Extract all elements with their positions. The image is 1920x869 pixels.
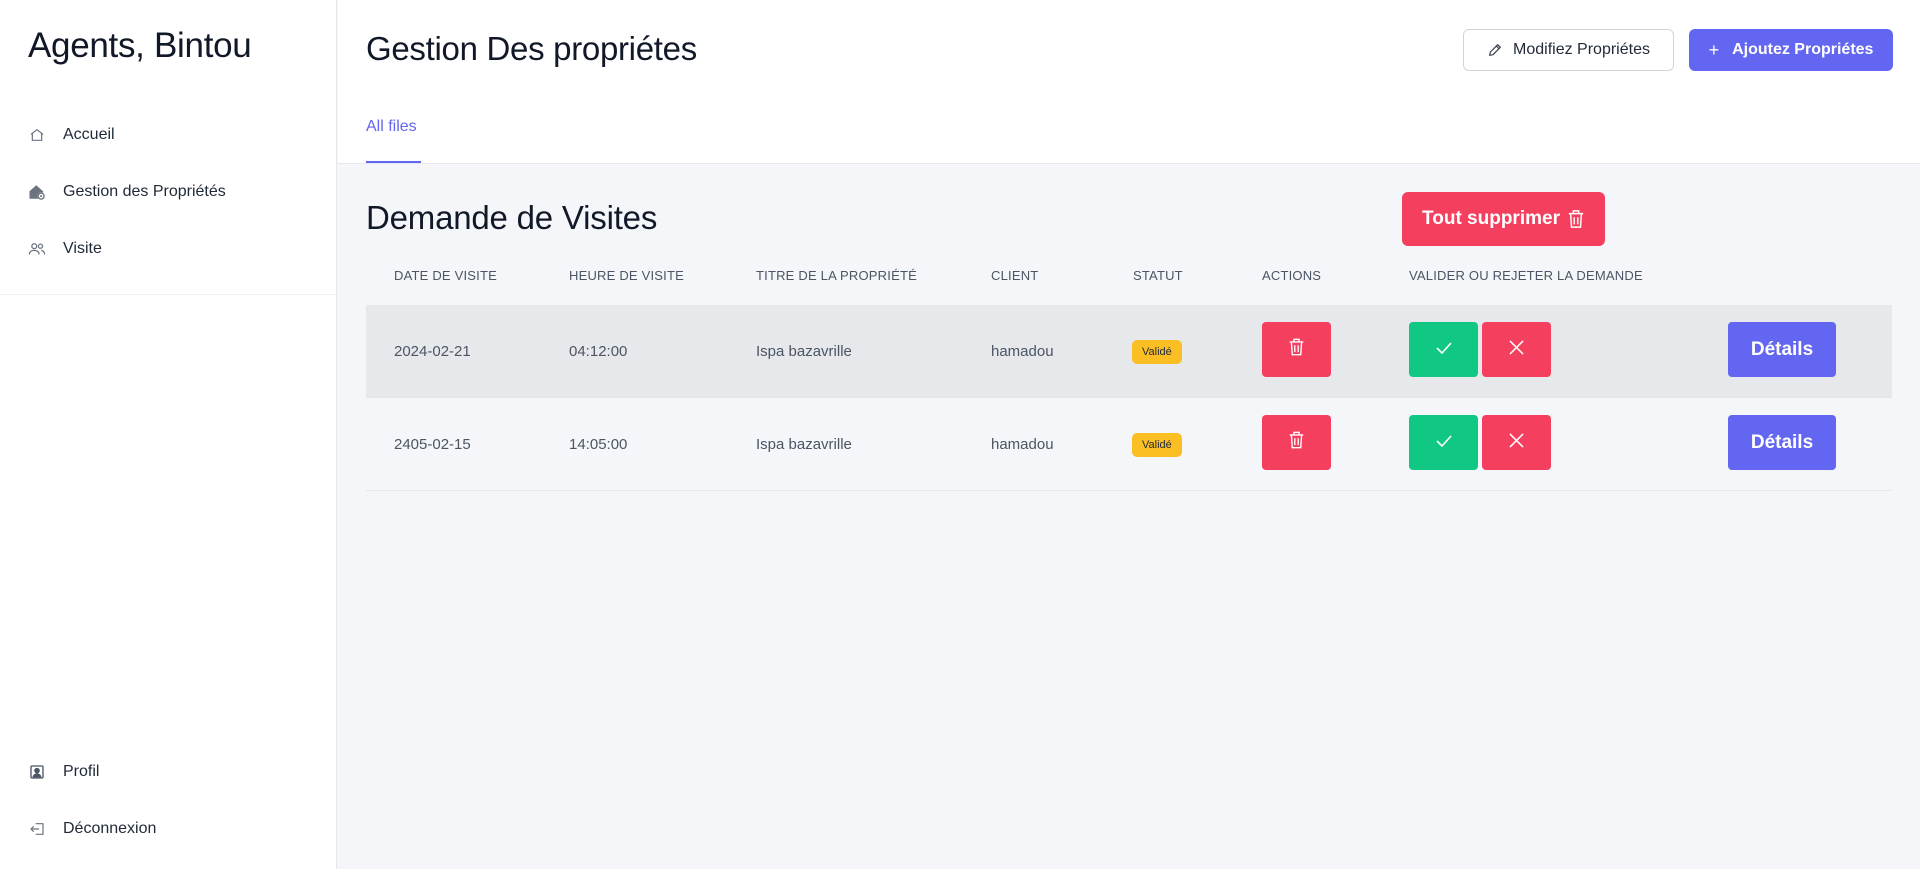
- close-icon: [1509, 339, 1524, 360]
- trash-icon: [1288, 337, 1305, 362]
- house-gear-icon: [28, 183, 46, 201]
- section-title: Demande de Visites: [366, 199, 658, 236]
- sidebar-divider: [0, 294, 336, 295]
- column-header-titre: TITRE DE LA PROPRIÉTÉ: [756, 268, 917, 283]
- modify-properties-label: Modifiez Propriétes: [1513, 41, 1650, 58]
- column-header-valider: VALIDER OU REJETER LA DEMANDE: [1409, 268, 1643, 283]
- property-title: Ispa bazavrille: [756, 343, 852, 360]
- delete-button[interactable]: [1262, 322, 1331, 377]
- sidebar-item-label: Profil: [63, 762, 100, 780]
- sidebar-item-visite[interactable]: Visite: [0, 220, 336, 277]
- sidebar-item-accueil[interactable]: Accueil: [0, 106, 336, 163]
- visit-time: 04:12:00: [569, 343, 628, 360]
- sidebar-item-deconnexion[interactable]: Déconnexion: [0, 800, 336, 857]
- users-icon: [28, 240, 46, 258]
- logout-icon: [28, 820, 46, 838]
- plus-icon: +: [1708, 39, 1720, 60]
- sidebar-item-label: Gestion des Propriétés: [63, 182, 226, 200]
- sidebar-item-gestion-proprietes[interactable]: Gestion des Propriétés: [0, 163, 336, 220]
- table-row: 2405-02-15 14:05:00 Ispa bazavrille hama…: [366, 398, 1892, 491]
- sidebar-item-profil[interactable]: Profil: [0, 743, 336, 800]
- check-icon: [1435, 341, 1452, 359]
- modify-properties-button[interactable]: Modifiez Propriétes: [1463, 29, 1674, 71]
- details-button[interactable]: Détails: [1728, 322, 1836, 377]
- sidebar-item-label: Accueil: [63, 125, 115, 143]
- column-header-actions: ACTIONS: [1262, 268, 1322, 283]
- add-properties-label: Ajoutez Propriétes: [1732, 41, 1874, 58]
- visit-date: 2024-02-21: [394, 343, 471, 360]
- sidebar-item-label: Visite: [63, 239, 102, 257]
- table-row: 2024-02-21 04:12:00 Ispa bazavrille hama…: [366, 305, 1892, 398]
- home-icon: [28, 126, 46, 144]
- status-badge: Validé: [1132, 339, 1182, 364]
- sidebar-item-label: Déconnexion: [63, 819, 157, 837]
- validate-button[interactable]: [1409, 415, 1478, 470]
- column-header-statut: STATUT: [1133, 268, 1183, 283]
- column-header-client: CLIENT: [991, 268, 1039, 283]
- add-properties-button[interactable]: + Ajoutez Propriétes: [1689, 29, 1893, 71]
- sidebar-nav: Accueil Gestion des Propriétés Visite: [0, 106, 336, 277]
- brand-title: Agents, Bintou: [28, 26, 252, 65]
- check-icon: [1435, 434, 1452, 452]
- visit-time: 14:05:00: [569, 436, 628, 453]
- sidebar: Agents, Bintou Accueil Gestion des Propr…: [0, 0, 337, 869]
- pencil-icon: [1487, 42, 1503, 58]
- property-title: Ispa bazavrille: [756, 436, 852, 453]
- delete-all-label: Tout supprimer: [1422, 208, 1560, 229]
- column-header-date: DATE DE VISITE: [394, 268, 497, 283]
- close-icon: [1509, 432, 1524, 453]
- validate-button[interactable]: [1409, 322, 1478, 377]
- client-name: hamadou: [991, 343, 1054, 360]
- visit-date: 2405-02-15: [394, 436, 471, 453]
- trash-icon: [1288, 430, 1305, 455]
- tab-active-indicator: [366, 161, 421, 163]
- delete-button[interactable]: [1262, 415, 1331, 470]
- status-cell: Validé: [1132, 398, 1182, 491]
- delete-all-button[interactable]: Tout supprimer: [1402, 192, 1605, 246]
- page-title: Gestion Des propriétes: [366, 30, 697, 67]
- tab-all-files[interactable]: All files: [366, 118, 417, 136]
- column-header-heure: HEURE DE VISITE: [569, 268, 684, 283]
- trash-icon: [1567, 209, 1585, 229]
- client-name: hamadou: [991, 436, 1054, 453]
- reject-button[interactable]: [1482, 415, 1551, 470]
- status-badge: Validé: [1132, 432, 1182, 457]
- page-header: Gestion Des propriétes Modifiez Propriét…: [338, 0, 1920, 164]
- status-cell: Validé: [1132, 305, 1182, 398]
- sidebar-bottom-nav: Profil Déconnexion: [0, 743, 336, 857]
- details-button[interactable]: Détails: [1728, 415, 1836, 470]
- profile-icon: [28, 763, 46, 781]
- reject-button[interactable]: [1482, 322, 1551, 377]
